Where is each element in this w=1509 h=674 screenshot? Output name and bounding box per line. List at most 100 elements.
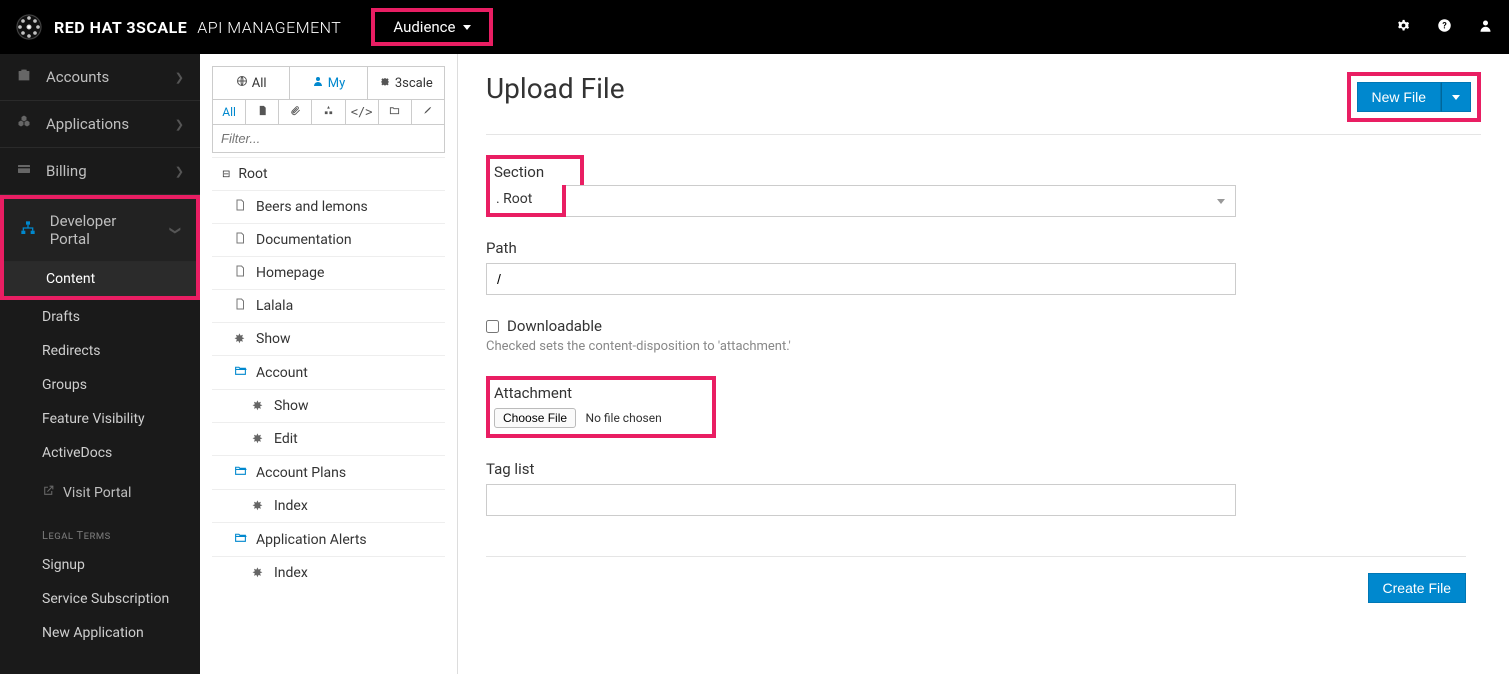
sidebar-label: Developer Portal xyxy=(50,212,159,248)
sidebar-sub-redirects[interactable]: Redirects xyxy=(0,334,200,368)
tab-my[interactable]: My xyxy=(290,67,367,99)
new-file-button[interactable]: New File xyxy=(1357,82,1441,112)
path-input[interactable] xyxy=(486,263,1236,295)
filter-all[interactable]: All xyxy=(213,100,246,124)
path-label: Path xyxy=(486,239,1236,257)
sidebar-sub-new-application[interactable]: New Application xyxy=(0,616,200,650)
tree-node-page[interactable]: Lalala xyxy=(212,290,445,323)
choose-file-button[interactable]: Choose File xyxy=(494,408,576,428)
new-file-highlight: New File xyxy=(1347,72,1481,122)
tree-label: Account Plans xyxy=(256,465,346,481)
tree-label: Account xyxy=(256,365,308,381)
tree-filter-types: All </> xyxy=(213,100,444,125)
downloadable-checkbox[interactable] xyxy=(486,320,499,333)
tree-node-root[interactable]: ⊟ Root xyxy=(212,157,445,191)
tree-node-builtin[interactable]: ✸ Edit xyxy=(212,423,445,456)
tree-node-folder-account-plans[interactable]: Account Plans xyxy=(212,456,445,490)
sidebar-visit-portal[interactable]: Visit Portal xyxy=(0,470,200,515)
form-group-downloadable: Downloadable Checked sets the content-di… xyxy=(486,317,1236,354)
left-sidebar: Accounts ❯ Applications ❯ Billing ❯ Deve… xyxy=(0,54,200,674)
chevron-down-icon: ❯ xyxy=(169,225,182,234)
caret-down-icon xyxy=(1452,90,1460,105)
new-file-dropdown-toggle[interactable] xyxy=(1441,82,1471,112)
cubes-icon xyxy=(16,114,34,134)
sidebar-sub-content[interactable]: Content xyxy=(4,262,196,296)
audience-dropdown[interactable]: Audience xyxy=(371,8,493,46)
tree-label: Edit xyxy=(274,431,298,447)
folder-open-icon xyxy=(234,364,248,381)
sidebar-heading-legal: Legal Terms xyxy=(0,515,200,548)
tree-label: Show xyxy=(256,331,291,347)
gear-icon: ✸ xyxy=(252,432,266,447)
gear-icon: ✸ xyxy=(234,332,248,347)
user-icon xyxy=(312,75,324,91)
taglist-input[interactable] xyxy=(486,484,1236,516)
sidebar-item-billing[interactable]: Billing ❯ xyxy=(0,148,200,195)
brand-logo-icon xyxy=(16,14,42,40)
section-select-caret[interactable] xyxy=(566,185,1236,217)
sitemap-icon xyxy=(20,220,38,240)
chevron-right-icon: ❯ xyxy=(175,118,184,131)
help-icon[interactable]: ? xyxy=(1437,18,1452,37)
user-icon[interactable] xyxy=(1478,18,1493,37)
content-tree-panel: All My 3scale All xyxy=(200,54,458,674)
globe-icon xyxy=(236,75,248,91)
main-content: Upload File New File Section . Root Path xyxy=(458,54,1509,674)
tree-label: Lalala xyxy=(256,298,293,314)
form-footer: Create File xyxy=(486,556,1466,603)
tree-node-builtin[interactable]: ✸ Show xyxy=(212,323,445,356)
tree-node-page[interactable]: Documentation xyxy=(212,224,445,257)
gear-icon: ✸ xyxy=(252,566,266,581)
tab-all[interactable]: All xyxy=(213,67,290,99)
tree-label: Homepage xyxy=(256,265,324,281)
tree-node-builtin[interactable]: ✸ Index xyxy=(212,557,445,589)
tree-node-folder-account[interactable]: Account xyxy=(212,356,445,390)
chevron-down-icon xyxy=(463,19,471,35)
tab-label: My xyxy=(328,76,346,91)
sidebar-sub-signup[interactable]: Signup xyxy=(0,548,200,582)
downloadable-help: Checked sets the content-disposition to … xyxy=(486,339,1236,354)
filter-attachment-icon[interactable] xyxy=(279,100,312,124)
downloadable-label: Downloadable xyxy=(507,317,602,335)
tree-label: Application Alerts xyxy=(256,532,367,548)
filter-rocket-icon[interactable] xyxy=(412,100,444,124)
folder-open-icon xyxy=(234,531,248,548)
visit-portal-label: Visit Portal xyxy=(63,485,131,501)
sidebar-item-applications[interactable]: Applications ❯ xyxy=(0,101,200,148)
tree-node-folder-application-alerts[interactable]: Application Alerts xyxy=(212,523,445,557)
sidebar-sub-drafts[interactable]: Drafts xyxy=(0,300,200,334)
gear-icon: ✸ xyxy=(252,399,266,414)
sidebar-sub-feature-visibility[interactable]: Feature Visibility xyxy=(0,402,200,436)
brand-subtitle: API MANAGEMENT xyxy=(197,18,341,37)
filter-folder-icon[interactable] xyxy=(379,100,412,124)
collapse-icon: ⊟ xyxy=(222,169,230,180)
sidebar-sub-service-subscription[interactable]: Service Subscription xyxy=(0,582,200,616)
create-file-button[interactable]: Create File xyxy=(1368,573,1466,603)
sidebar-label: Accounts xyxy=(46,68,109,86)
sidebar-item-accounts[interactable]: Accounts ❯ xyxy=(0,54,200,101)
tree-tabs: All My 3scale xyxy=(213,67,444,100)
folder-open-icon xyxy=(234,464,248,481)
section-select-value[interactable]: . Root xyxy=(486,185,566,217)
page-title: Upload File xyxy=(486,72,625,105)
sidebar-sub-activedocs[interactable]: ActiveDocs xyxy=(0,436,200,470)
section-label: Section xyxy=(486,155,584,185)
tree-node-builtin[interactable]: ✸ Index xyxy=(212,490,445,523)
filter-page-icon[interactable] xyxy=(246,100,279,124)
tree-label: Show xyxy=(274,398,309,414)
sidebar-label: Billing xyxy=(46,162,87,180)
tree-node-page[interactable]: Beers and lemons xyxy=(212,191,445,224)
caret-down-icon xyxy=(1217,193,1225,209)
tree-node-builtin[interactable]: ✸ Show xyxy=(212,390,445,423)
file-status: No file chosen xyxy=(586,411,662,425)
tree-node-page[interactable]: Homepage xyxy=(212,257,445,290)
briefcase-icon xyxy=(16,67,34,87)
gear-icon[interactable] xyxy=(1396,18,1411,37)
sidebar-sub-groups[interactable]: Groups xyxy=(0,368,200,402)
taglist-label: Tag list xyxy=(486,460,1236,478)
tree-filter-input[interactable] xyxy=(213,125,444,152)
filter-partial-icon[interactable] xyxy=(312,100,345,124)
tab-3scale[interactable]: 3scale xyxy=(368,67,444,99)
filter-code-icon[interactable]: </> xyxy=(346,100,379,124)
sidebar-item-developer-portal[interactable]: Developer Portal ❯ xyxy=(4,199,196,262)
